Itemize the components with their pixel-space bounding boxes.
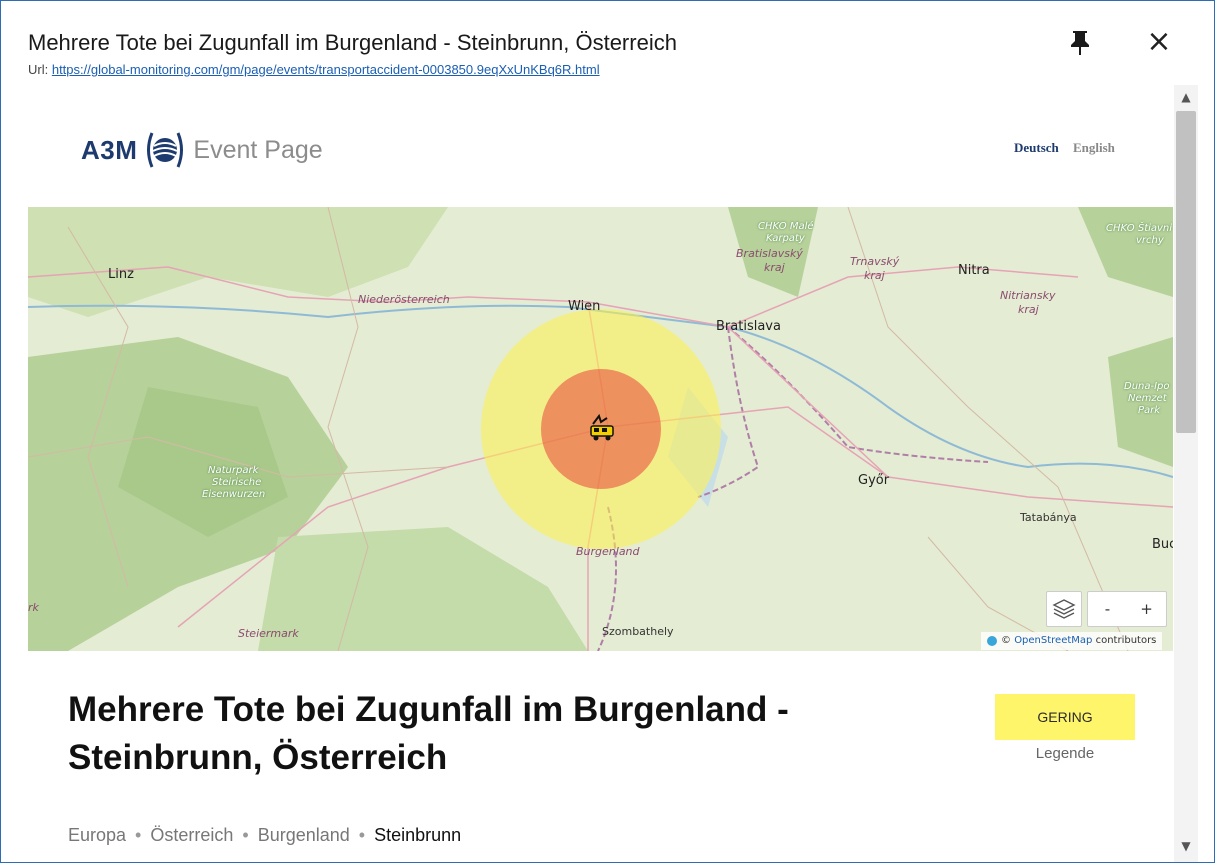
map-label-nitriansky-1: Nitriansky (1000, 289, 1056, 302)
map-label-trnavsky-1: Trnavský (850, 255, 900, 268)
map-label-naturpark-2: Steirische (212, 477, 262, 488)
scroll-down-icon[interactable]: ▼ (1174, 834, 1198, 858)
legend-link[interactable]: Legende (995, 745, 1135, 762)
breadcrumb-item-country[interactable]: Österreich (150, 825, 233, 846)
map-label-nitriansky-2: kraj (1018, 303, 1039, 316)
map-label-szombathely: Szombathely (602, 625, 674, 638)
breadcrumb-item-state[interactable]: Burgenland (258, 825, 350, 846)
osm-icon (987, 636, 997, 646)
scroll-thumb[interactable] (1176, 111, 1196, 433)
map-label-steiermark: Steiermark (238, 627, 299, 640)
breadcrumb-item-location: Steinbrunn (374, 825, 462, 845)
train-accident-icon[interactable] (587, 414, 617, 444)
map-label-duna-3: Park (1138, 405, 1161, 416)
attribution-prefix: © (1001, 635, 1011, 646)
breadcrumb-separator: • (135, 825, 142, 845)
brand-logo: A3M Event Page (81, 130, 323, 170)
map-label-chko-male-1: CHKO Malé (758, 221, 814, 232)
breadcrumb-item-region[interactable]: Europa (68, 825, 126, 846)
map-label-bratislava: Bratislava (716, 319, 781, 334)
map-label-niederoesterreich: Niederösterreich (358, 293, 450, 306)
attribution-suffix: contributors (1095, 635, 1157, 646)
globe-icon (147, 132, 184, 168)
scroll-up-icon[interactable]: ▲ (1174, 85, 1198, 109)
map-attribution: © OpenStreetMap contributors (981, 632, 1163, 650)
dialog-url-row: Url: https://global-monitoring.com/gm/pa… (28, 62, 600, 77)
brand-subtitle: Event Page (193, 135, 323, 164)
map-label-tatabanya: Tatabánya (1020, 511, 1077, 524)
pin-icon[interactable] (1067, 29, 1093, 57)
url-label: Url: (28, 62, 49, 77)
map-label-burgenland: Burgenland (576, 545, 640, 558)
event-dialog: Mehrere Tote bei Zugunfall im Burgenland… (0, 0, 1215, 863)
map-label-duna-2: Nemzet (1128, 393, 1167, 404)
breadcrumb-separator: • (358, 825, 366, 845)
map-label-bratislavsky-2: kraj (764, 261, 785, 274)
zoom-in-button[interactable]: + (1127, 592, 1166, 626)
dialog-title: Mehrere Tote bei Zugunfall im Burgenland… (28, 30, 677, 55)
language-english[interactable]: English (1073, 140, 1115, 156)
map-label-wien: Wien (568, 299, 601, 314)
map-label-budapest: Buc (1152, 537, 1173, 552)
openstreetmap-link[interactable]: OpenStreetMap (1014, 632, 1092, 650)
zoom-out-button[interactable]: - (1088, 592, 1127, 626)
zoom-control: - + (1087, 591, 1167, 627)
layers-icon[interactable] (1046, 591, 1082, 627)
event-page-content: A3M Event Page Deutsch English Linz Nied… (2, 85, 1173, 862)
map-label-naturpark-3: Eisenwurzen (202, 489, 266, 500)
close-icon[interactable]: × (1145, 27, 1173, 57)
map-label-naturpark-1: Naturpark (208, 465, 259, 476)
vertical-scrollbar[interactable]: ▲ ▼ (1174, 85, 1198, 862)
map-label-duna-1: Duna-Ipo (1124, 381, 1170, 392)
map-label-chko-stiavnicke-2: vrchy (1136, 235, 1164, 246)
breadcrumb-separator: • (242, 825, 249, 845)
breadcrumb: Europa • Österreich • Burgenland • Stein… (68, 825, 461, 846)
map-label-edge: rk (28, 601, 39, 614)
map-label-bratislavsky-1: Bratislavský (736, 247, 803, 260)
event-url-link[interactable]: https://global-monitoring.com/gm/page/ev… (52, 62, 600, 77)
event-map[interactable]: Linz Niederösterreich Wien Bratislava CH… (28, 207, 1173, 651)
severity-badge[interactable]: GERING (995, 694, 1135, 740)
language-deutsch[interactable]: Deutsch (1014, 140, 1059, 156)
map-label-nitra: Nitra (958, 263, 990, 278)
map-label-linz: Linz (108, 267, 134, 282)
event-title: Mehrere Tote bei Zugunfall im Burgenland… (68, 690, 789, 777)
brand-name: A3M (81, 134, 138, 165)
map-label-chko-stiavnicke-1: CHKO Štiavni (1106, 223, 1173, 234)
map-label-trnavsky-2: kraj (864, 269, 885, 282)
map-label-gyor: Győr (858, 473, 890, 488)
map-label-chko-male-2: Karpaty (766, 233, 805, 244)
